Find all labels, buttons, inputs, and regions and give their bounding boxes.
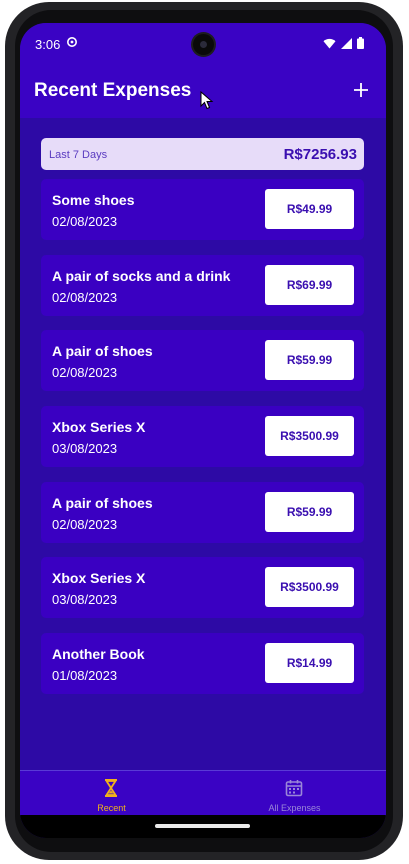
app-screen: 3:06 Recent Expenses Last 7 Days R$7256.…: [20, 23, 386, 838]
tab-recent[interactable]: Recent: [20, 771, 203, 816]
summary-total: R$7256.93: [283, 146, 357, 163]
expense-date: 02/08/2023: [52, 365, 118, 381]
page-title: Recent Expenses: [34, 80, 192, 101]
expense-item[interactable]: A pair of socks and a drink 02/08/2023 R…: [41, 254, 364, 316]
settings-gear-icon: [67, 37, 77, 47]
expense-title: Xbox Series X: [52, 570, 146, 587]
front-camera: [193, 34, 214, 55]
expense-amount: R$59.99: [265, 491, 354, 532]
expenses-summary: Last 7 Days R$7256.93: [41, 138, 364, 170]
expense-date: 02/08/2023: [52, 289, 118, 305]
wifi-icon: [323, 38, 336, 48]
hourglass-icon: [105, 779, 117, 797]
battery-icon: [357, 37, 364, 49]
tab-recent-label: Recent: [97, 803, 126, 813]
expense-title: A pair of socks and a drink: [52, 267, 231, 284]
calendar-icon: [285, 780, 303, 797]
status-icons: [323, 37, 364, 49]
expense-date: 03/08/2023: [52, 592, 118, 608]
expense-list: Some shoes 02/08/2023 R$49.99 A pair of …: [41, 179, 364, 709]
bottom-navigation: Recent All Expenses: [20, 770, 386, 816]
mouse-pointer-icon: [200, 91, 214, 110]
tab-all-expenses-label: All Expenses: [268, 803, 321, 813]
expense-amount: R$3500.99: [265, 416, 354, 457]
expense-item[interactable]: Another Book 01/08/2023 R$14.99: [41, 633, 364, 695]
expense-amount: R$14.99: [265, 643, 354, 684]
expense-item[interactable]: Xbox Series X 03/08/2023 R$3500.99: [41, 557, 364, 619]
expense-amount: R$59.99: [265, 340, 354, 381]
expense-item[interactable]: A pair of shoes 02/08/2023 R$59.99: [41, 330, 364, 392]
expense-date: 02/08/2023: [52, 214, 118, 229]
add-expense-button[interactable]: [346, 75, 376, 105]
expense-amount: R$49.99: [265, 189, 354, 229]
expense-item[interactable]: Some shoes 02/08/2023 R$49.99: [41, 179, 364, 240]
expense-item[interactable]: Xbox Series X 03/08/2023 R$3500.99: [41, 406, 364, 468]
plus-icon: [354, 83, 368, 97]
home-gesture-handle[interactable]: [155, 824, 250, 828]
expense-title: Xbox Series X: [52, 419, 146, 436]
tab-all-expenses[interactable]: All Expenses: [203, 771, 386, 816]
status-time: 3:06: [35, 37, 61, 52]
gesture-bar: [20, 815, 386, 838]
expense-title: A pair of shoes: [52, 494, 153, 511]
expense-amount: R$3500.99: [265, 567, 354, 608]
expense-title: Another Book: [52, 646, 145, 663]
expense-amount: R$69.99: [265, 264, 354, 305]
expense-date: 02/08/2023: [52, 516, 118, 532]
expense-title: Some shoes: [52, 192, 135, 208]
expense-date: 03/08/2023: [52, 441, 118, 457]
status-bar: 3:06: [20, 23, 386, 63]
summary-period-label: Last 7 Days: [49, 149, 108, 161]
expense-date: 01/08/2023: [52, 668, 118, 684]
signal-icon: [341, 37, 352, 49]
expense-item[interactable]: A pair of shoes 02/08/2023 R$59.99: [41, 481, 364, 543]
expense-title: A pair of shoes: [52, 343, 153, 360]
